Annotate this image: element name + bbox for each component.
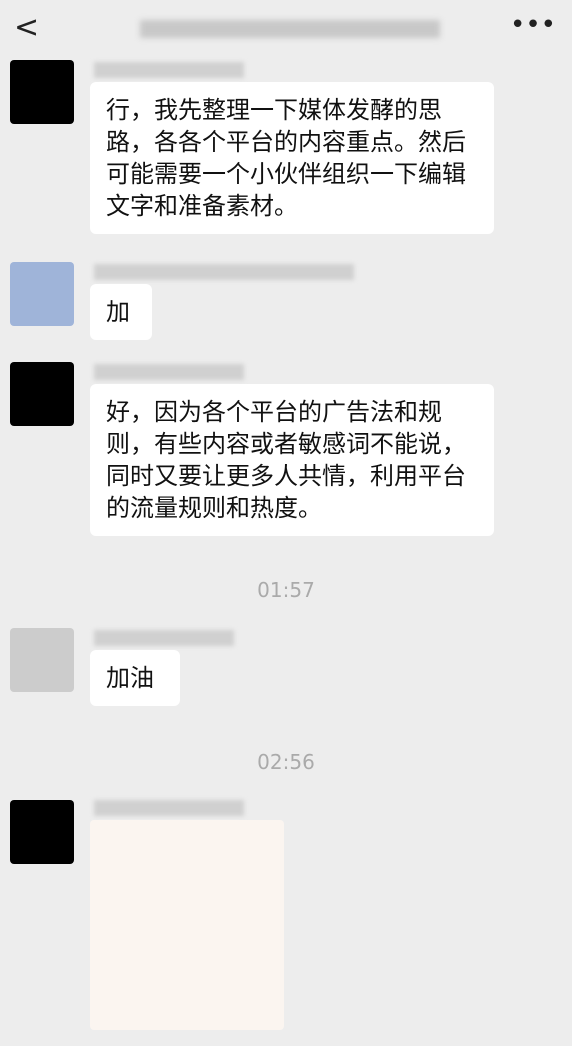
avatar[interactable] bbox=[10, 60, 74, 124]
chat-title bbox=[140, 20, 440, 38]
avatar[interactable] bbox=[10, 800, 74, 864]
timestamp: 01:57 bbox=[257, 578, 315, 602]
back-icon[interactable]: < bbox=[14, 10, 39, 45]
mindmap-image[interactable] bbox=[90, 820, 284, 1030]
avatar[interactable] bbox=[10, 628, 74, 692]
message-bubble[interactable]: 加 bbox=[90, 284, 152, 340]
sender-name bbox=[94, 800, 244, 816]
header: < ••• bbox=[0, 0, 572, 56]
avatar[interactable] bbox=[10, 262, 74, 326]
sender-name bbox=[94, 364, 244, 380]
sender-name bbox=[94, 264, 354, 280]
sender-name bbox=[94, 630, 234, 646]
sender-name bbox=[94, 62, 244, 78]
timestamp: 02:56 bbox=[257, 750, 315, 774]
more-icon[interactable]: ••• bbox=[510, 10, 556, 40]
message-bubble[interactable]: 好，因为各个平台的广告法和规则，有些内容或者敏感词不能说，同时又要让更多人共情，… bbox=[90, 384, 494, 536]
avatar[interactable] bbox=[10, 362, 74, 426]
message-bubble[interactable]: 行，我先整理一下媒体发酵的思路，各各个平台的内容重点。然后可能需要一个小伙伴组织… bbox=[90, 82, 494, 234]
message-bubble[interactable]: 加油 bbox=[90, 650, 180, 706]
